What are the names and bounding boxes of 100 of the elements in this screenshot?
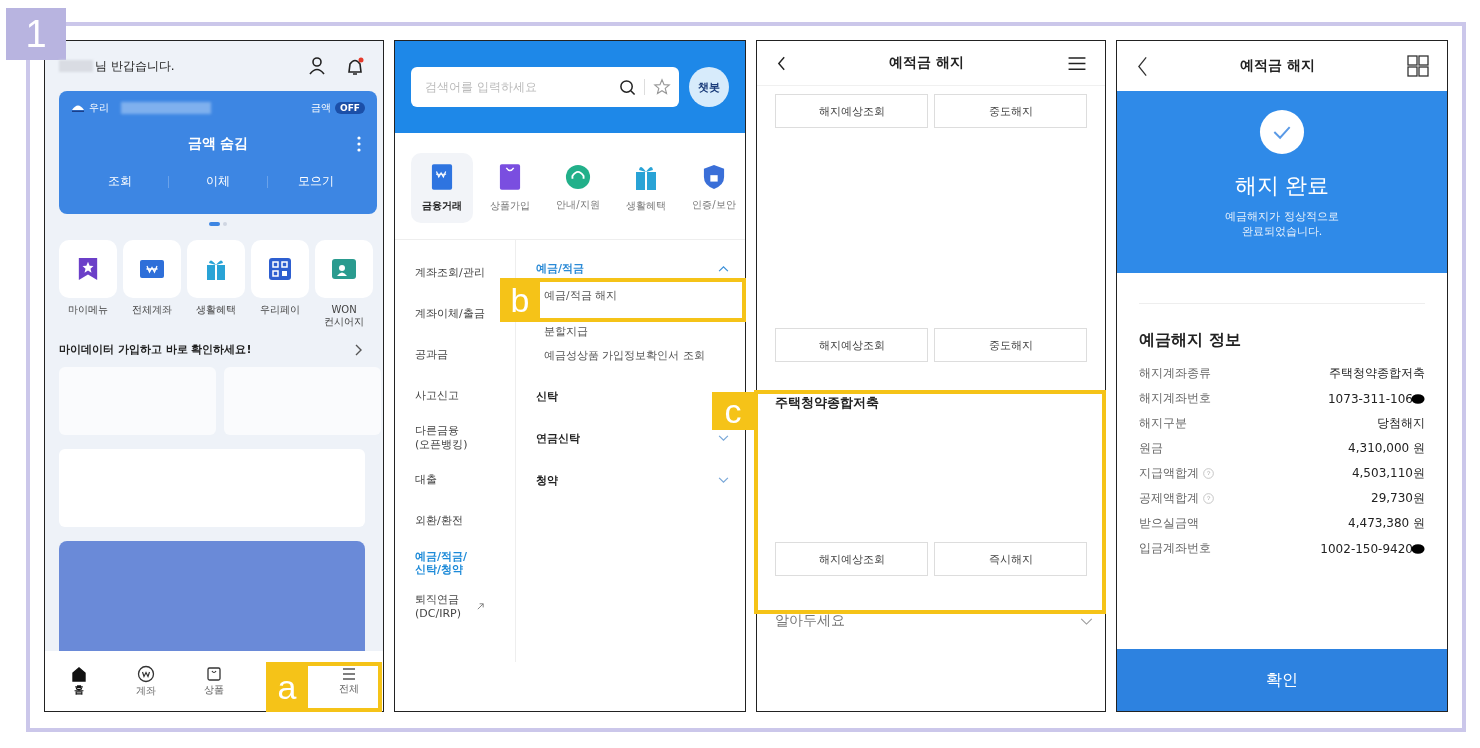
sidebar-item[interactable]: 다른금융 (오픈뱅킹) xyxy=(395,416,499,460)
info-label: 지급액합계 xyxy=(1139,465,1199,482)
card-action[interactable]: 조회 xyxy=(71,173,169,190)
search-field[interactable]: 검색어를 입력하세요 xyxy=(423,79,611,95)
menu-link[interactable]: 예금성상품 가입정보확인서 조회 xyxy=(536,344,705,368)
search-bar[interactable]: 검색어를 입력하세요 xyxy=(411,67,679,107)
confirm-button[interactable]: 확인 xyxy=(1117,649,1447,711)
person-icon[interactable] xyxy=(307,56,327,76)
grid-icon[interactable] xyxy=(1407,55,1429,77)
more-icon[interactable] xyxy=(357,136,361,152)
shopping-bag-icon xyxy=(499,163,521,191)
back-icon[interactable] xyxy=(1137,55,1148,77)
blurred-name xyxy=(59,60,93,72)
info-label: 공제액합계 xyxy=(1139,490,1199,507)
star-icon[interactable] xyxy=(653,78,671,96)
screen-title: 예적금 해지 xyxy=(1240,57,1315,75)
menu-link[interactable]: 분할지급 xyxy=(536,320,588,344)
sidebar-item[interactable]: 공과금 xyxy=(395,334,499,375)
quick-tile[interactable] xyxy=(123,240,181,298)
section-title[interactable]: 청약 xyxy=(536,472,558,488)
chevron-down-icon[interactable] xyxy=(718,476,729,484)
menu-icon[interactable] xyxy=(1067,55,1087,71)
quick-tile[interactable] xyxy=(251,240,309,298)
category-tab[interactable]: 안내/지원 xyxy=(547,153,609,223)
screen-title: 예적금 해지 xyxy=(889,54,964,72)
nav-tab[interactable]: 홈 xyxy=(45,665,113,697)
section-title[interactable]: 예금/적금 xyxy=(536,260,585,276)
quick-label: 우리페이 xyxy=(260,304,300,316)
annotation-label: c xyxy=(712,392,754,430)
check-circle-icon xyxy=(1259,109,1305,155)
info-label: 원금 xyxy=(1139,440,1163,457)
back-icon[interactable] xyxy=(777,55,786,71)
info-label: 해지계좌번호 xyxy=(1139,390,1211,407)
bag-icon xyxy=(206,665,222,682)
bank-logo-icon xyxy=(71,103,85,113)
quick-label: 전체계좌 xyxy=(132,304,172,316)
section-title[interactable]: 신탁 xyxy=(536,388,558,404)
info-label: 받으실금액 xyxy=(1139,515,1199,532)
quick-label: 마이메뉴 xyxy=(68,304,108,316)
chevron-down-icon[interactable] xyxy=(718,434,729,442)
wallet-icon xyxy=(431,163,453,191)
sidebar-item[interactable]: 계좌이체/출금 xyxy=(395,293,499,334)
action-button[interactable]: 해지예상조회 xyxy=(775,542,928,576)
quick-tile[interactable] xyxy=(59,240,117,298)
info-value: 29,730원 xyxy=(1371,490,1425,507)
wallet-icon xyxy=(139,259,165,279)
sidebar-item[interactable]: 계좌조회/관리 xyxy=(395,252,499,293)
action-button[interactable]: 즉시해지 xyxy=(934,542,1087,576)
account-card[interactable]: 우리 금액 OFF 금액 숨김 조회 이체 모으기 xyxy=(59,91,377,214)
headset-icon xyxy=(565,164,591,190)
chevron-down-icon xyxy=(1080,617,1093,625)
quick-tile[interactable] xyxy=(315,240,373,298)
chatbot-button[interactable]: 챗봇 xyxy=(689,67,729,107)
search-icon[interactable] xyxy=(619,78,636,96)
menu-icon xyxy=(341,666,358,681)
info-value: 1002-150-9420 xyxy=(1320,541,1413,556)
info-value: 4,310,000 원 xyxy=(1348,440,1425,457)
sidebar-item[interactable]: 퇴직연금 (DC/IRP) xyxy=(395,585,499,629)
sidebar-item[interactable]: 예금/적금/ 신탁/청약 xyxy=(395,541,499,585)
notice-accordion[interactable]: 알아두세요 xyxy=(757,598,1105,630)
category-tab[interactable]: 인증/보안 xyxy=(683,153,745,223)
sidebar-item[interactable]: 사고신고 xyxy=(395,375,499,416)
info-value: 4,503,110원 xyxy=(1351,465,1425,482)
card-action[interactable]: 모으기 xyxy=(267,173,365,190)
amount-toggle[interactable]: OFF xyxy=(335,102,365,114)
info-value: 4,473,380 원 xyxy=(1348,515,1425,532)
action-button[interactable]: 해지예상조회 xyxy=(775,94,928,128)
sidebar-item[interactable]: 외환/환전 xyxy=(395,500,499,542)
info-title: 예금해지 정보 xyxy=(1139,330,1242,351)
card-action[interactable]: 이체 xyxy=(169,173,267,190)
nav-tab[interactable]: 전체 xyxy=(315,666,383,696)
info-label: 해지계좌종류 xyxy=(1139,365,1211,382)
info-value: 1073-311-106 xyxy=(1328,391,1413,406)
nav-tab[interactable]: 계좌 xyxy=(112,664,181,698)
mydata-banner[interactable]: 마이데이터 가입하고 바로 확인하세요! xyxy=(59,342,252,357)
bell-icon[interactable] xyxy=(345,56,365,76)
star-bookmark-icon xyxy=(77,257,99,281)
quick-tile[interactable] xyxy=(187,240,245,298)
bank-name: 우리 xyxy=(89,101,109,115)
quick-label: 생활혜택 xyxy=(196,304,236,316)
chevron-right-icon[interactable] xyxy=(355,343,363,356)
category-tab[interactable]: 금융거래 xyxy=(411,153,473,223)
qr-code-icon xyxy=(268,257,292,281)
product-name: 주택청약종합저축 xyxy=(775,394,880,412)
quick-label: WON 컨시어지 xyxy=(324,304,364,328)
nav-tab[interactable]: 상품 xyxy=(180,665,248,697)
info-value: 당첨해지 xyxy=(1377,415,1425,432)
action-button[interactable]: 중도해지 xyxy=(934,328,1087,362)
shield-lock-icon xyxy=(703,164,725,190)
chevron-up-icon[interactable] xyxy=(718,264,729,272)
action-button[interactable]: 해지예상조회 xyxy=(775,328,928,362)
status-message: 예금해지가 정상적으로 완료되었습니다. xyxy=(1225,209,1339,240)
sidebar-item[interactable]: 대출 xyxy=(395,459,499,501)
coin-icon xyxy=(137,664,156,683)
category-tab[interactable]: 생활혜택 xyxy=(615,153,677,223)
info-label: 해지구분 xyxy=(1139,415,1187,432)
action-button[interactable]: 중도해지 xyxy=(934,94,1087,128)
toggle-label: 금액 xyxy=(311,101,332,115)
section-title[interactable]: 연금신탁 xyxy=(536,430,580,446)
category-tab[interactable]: 상품가입 xyxy=(479,153,541,223)
